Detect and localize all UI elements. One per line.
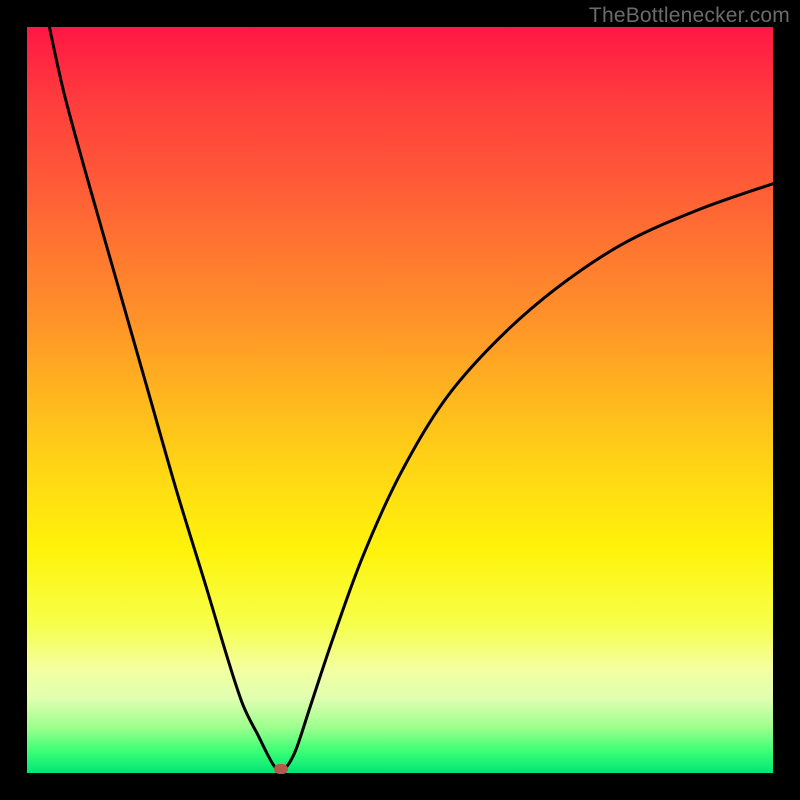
watermark-text: TheBottlenecker.com — [589, 4, 790, 28]
optimal-point-marker — [274, 764, 288, 774]
chart-frame: TheBottlenecker.com — [0, 0, 800, 800]
curve-svg — [27, 27, 773, 773]
plot-area — [27, 27, 773, 773]
bottleneck-curve — [49, 27, 773, 771]
